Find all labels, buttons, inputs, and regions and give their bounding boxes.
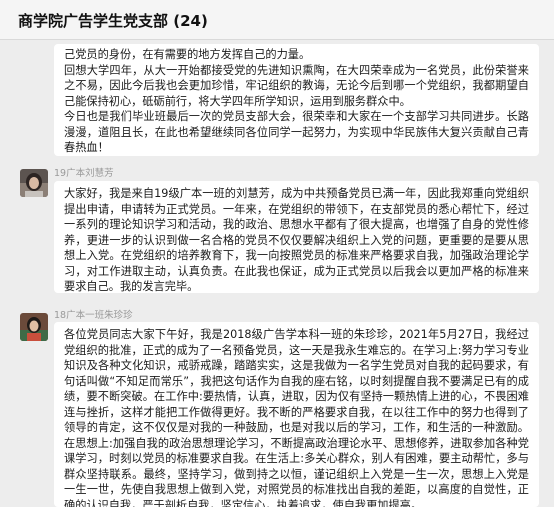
avatar[interactable] [20,169,48,197]
message-bubble[interactable]: 己党员的身份，在有需要的地方发挥自己的力量。 回想大学四年，从大一开始都接受党的… [54,44,539,156]
group-chat-title: 商学院广告学生党支部 (24) [18,12,208,30]
message-paragraph: 今日也是我们毕业班最后一次的党员支部大会，很荣幸和大家在一个支部学习共同进步。长… [64,110,529,154]
avatar[interactable] [20,313,48,341]
sender-name: 19广本刘慧芳 [54,168,114,179]
message-paragraph: 回想大学四年，从大一开始都接受党的先进知识熏陶，在大四荣幸成为一名党员，此份荣誉… [64,63,529,108]
message-paragraph: 己党员的身份，在有需要的地方发挥自己的力量。 [64,48,311,61]
message-bubble[interactable]: 大家好，我是来自19级广本一班的刘慧芳，成为中共预备党员已满一年，因此我郑重向党… [54,181,539,293]
message-paragraph: 大家好，我是来自19级广本一班的刘慧芳，成为中共预备党员已满一年，因此我郑重向党… [64,187,529,293]
message-paragraph: 各位党员同志大家下午好，我是2018级广告学本科一班的朱珍珍，2021年5月27… [64,328,529,507]
message-bubble[interactable]: 各位党员同志大家下午好，我是2018级广告学本科一班的朱珍珍，2021年5月27… [54,322,539,507]
message-list[interactable]: 己党员的身份，在有需要的地方发挥自己的力量。 回想大学四年，从大一开始都接受党的… [0,40,554,507]
chat-title-bar: 商学院广告学生党支部 (24) [0,0,554,40]
sender-name: 18广本一班朱珍珍 [54,310,133,321]
